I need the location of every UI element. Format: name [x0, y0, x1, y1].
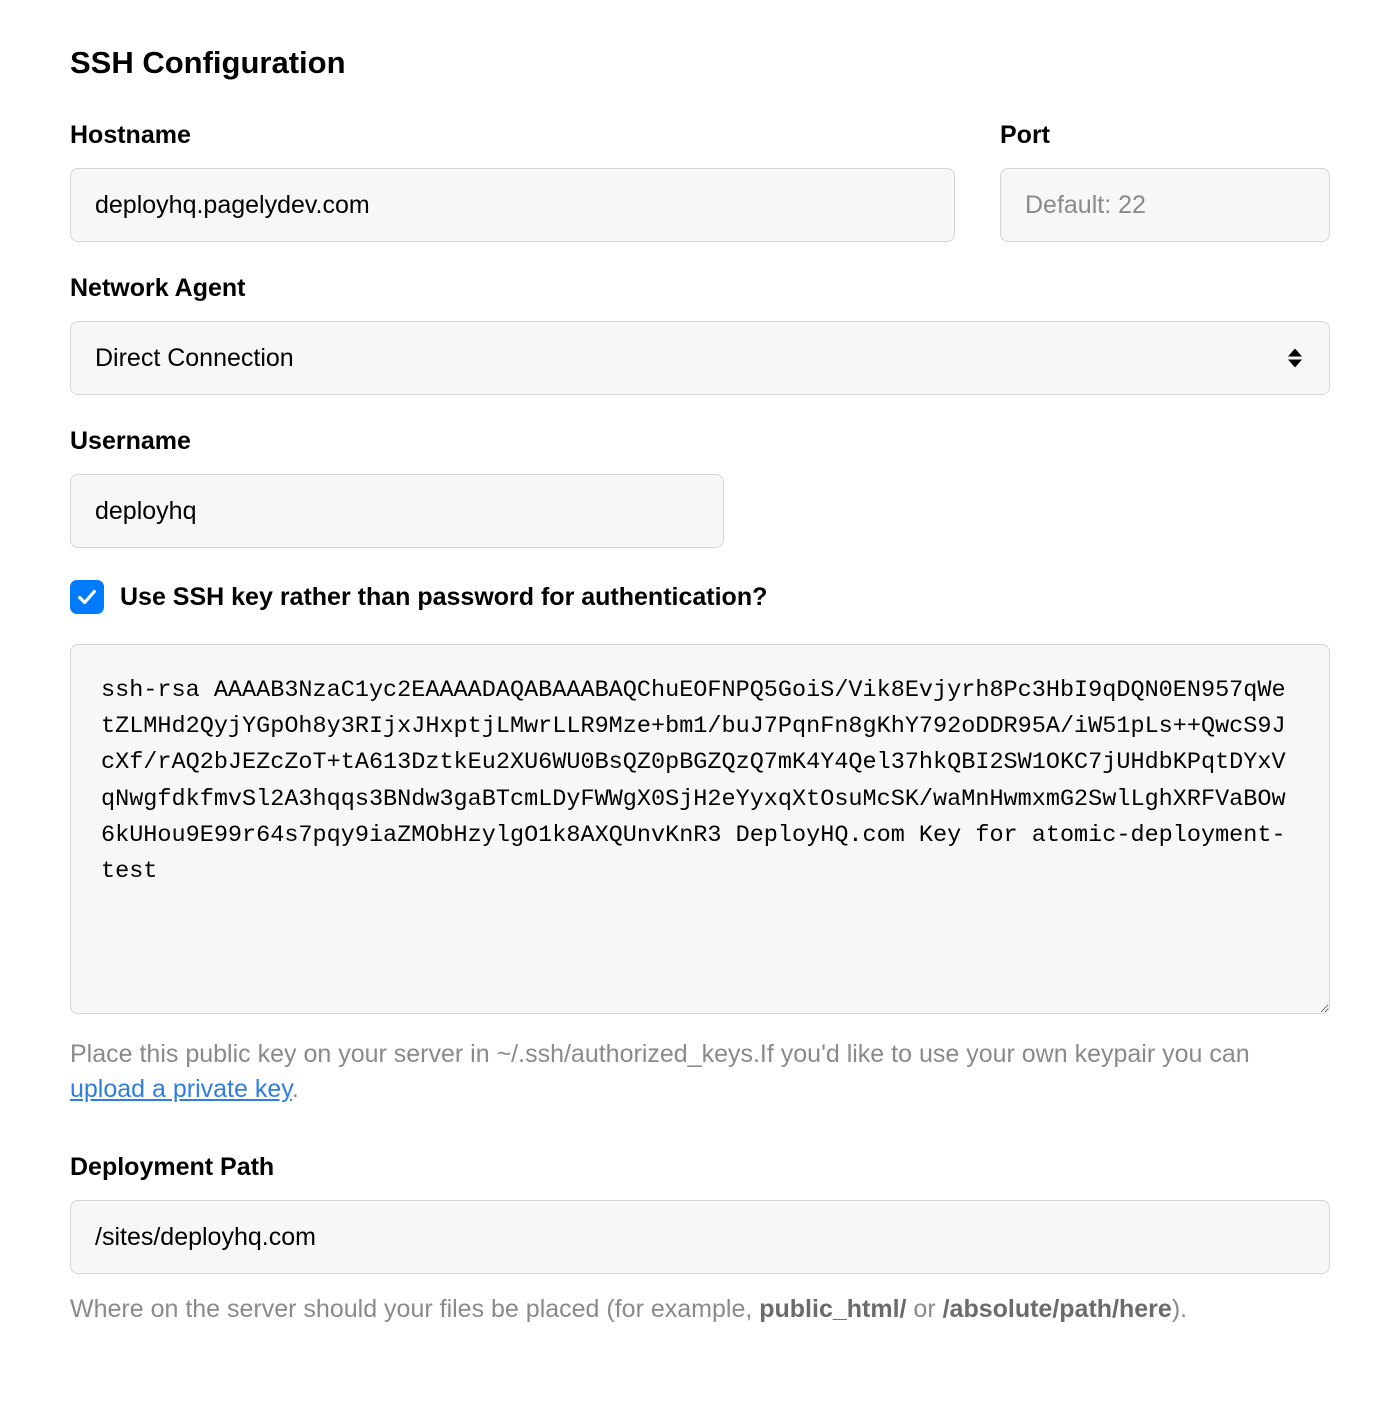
- ssh-key-textarea[interactable]: ssh-rsa AAAAB3NzaC1yc2EAAAADAQABAAABAQCh…: [70, 644, 1330, 1014]
- port-group: Port: [1000, 121, 1330, 242]
- port-input[interactable]: [1000, 168, 1330, 242]
- ssh-key-help-before: Place this public key on your server in …: [70, 1040, 1250, 1068]
- deployment-path-group: Deployment Path Where on the server shou…: [70, 1153, 1330, 1327]
- hostname-input[interactable]: [70, 168, 955, 242]
- ssh-key-checkbox-label: Use SSH key rather than password for aut…: [120, 583, 767, 612]
- username-label: Username: [70, 427, 1330, 456]
- deployment-path-help-text: Where on the server should your files be…: [70, 1292, 1330, 1327]
- deployment-path-help-before: Where on the server should your files be…: [70, 1295, 759, 1323]
- deployment-path-label: Deployment Path: [70, 1153, 1330, 1182]
- deployment-path-help-strong2: /absolute/path/here: [943, 1295, 1172, 1323]
- hostname-group: Hostname: [70, 121, 955, 242]
- check-icon: [76, 586, 98, 608]
- deployment-path-help-mid: or: [906, 1295, 942, 1323]
- deployment-path-help-after: ).: [1172, 1295, 1187, 1323]
- deployment-path-input[interactable]: [70, 1200, 1330, 1274]
- ssh-key-help-after: .: [292, 1075, 299, 1103]
- deployment-path-help-strong1: public_html/: [759, 1295, 906, 1323]
- username-group: Username: [70, 427, 1330, 548]
- ssh-key-checkbox[interactable]: [70, 580, 104, 614]
- page-title: SSH Configuration: [70, 45, 1330, 81]
- network-agent-select[interactable]: Direct Connection: [70, 321, 1330, 395]
- network-agent-label: Network Agent: [70, 274, 1330, 303]
- ssh-key-checkbox-row: Use SSH key rather than password for aut…: [70, 580, 1330, 614]
- upload-private-key-link[interactable]: upload a private key: [70, 1075, 292, 1103]
- network-agent-group: Network Agent Direct Connection: [70, 274, 1330, 395]
- port-label: Port: [1000, 121, 1330, 150]
- username-input[interactable]: [70, 474, 724, 548]
- ssh-key-help-text: Place this public key on your server in …: [70, 1037, 1330, 1107]
- hostname-label: Hostname: [70, 121, 955, 150]
